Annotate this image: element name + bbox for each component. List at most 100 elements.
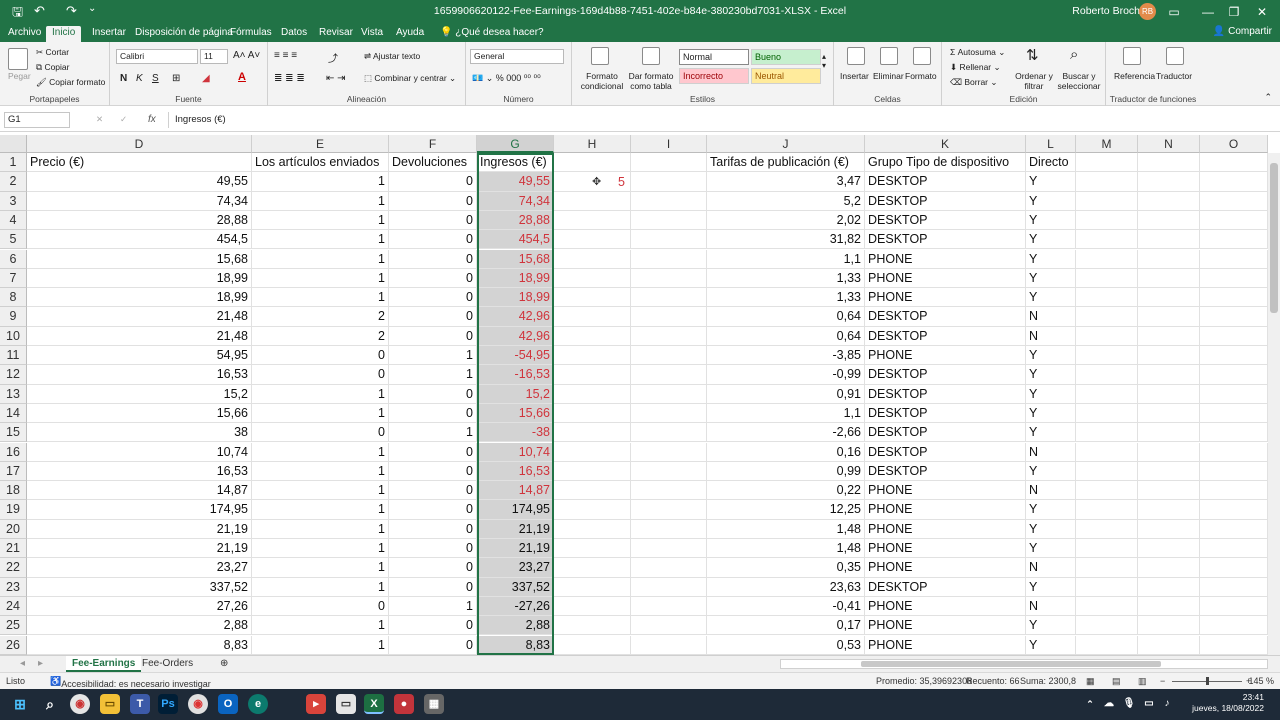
cell-H8[interactable] <box>554 288 631 308</box>
cell-L26[interactable]: Y <box>1026 635 1076 655</box>
row-header-16[interactable]: 16 <box>0 442 27 462</box>
cell-H4[interactable] <box>554 210 631 231</box>
cell-J20[interactable]: 1,48 <box>707 519 865 539</box>
cell-J16[interactable]: 0,16 <box>707 442 865 462</box>
delete-cells-icon[interactable] <box>880 47 898 65</box>
cell-D21[interactable]: 21,19 <box>27 539 252 559</box>
cell-E5[interactable]: 1 <box>252 230 389 250</box>
tab-disposicion[interactable]: Disposición de página <box>129 26 239 42</box>
insert-function-icon[interactable]: fx <box>148 114 156 125</box>
row-header-15[interactable]: 15 <box>0 423 27 443</box>
clear-button[interactable]: ⌫ Borrar ⌄ <box>950 77 998 88</box>
cell-D17[interactable]: 16,53 <box>27 461 252 482</box>
cell-M9[interactable] <box>1076 307 1138 327</box>
reference-icon[interactable] <box>1123 47 1141 65</box>
cell-K13[interactable]: DESKTOP <box>865 384 1026 404</box>
cell-I16[interactable] <box>631 442 707 462</box>
cell-N18[interactable] <box>1138 481 1200 501</box>
cell-G10[interactable]: 42,96 <box>477 326 554 346</box>
cell-M5[interactable] <box>1076 230 1138 250</box>
number-format-select[interactable]: General <box>470 49 564 64</box>
row-header-10[interactable]: 10 <box>0 326 27 346</box>
cell-N4[interactable] <box>1138 210 1200 231</box>
cell-K21[interactable]: PHONE <box>865 539 1026 559</box>
cell-M21[interactable] <box>1076 539 1138 559</box>
cell-F22[interactable]: 0 <box>389 558 477 578</box>
cell-H18[interactable] <box>554 481 631 501</box>
cell-N14[interactable] <box>1138 403 1200 424</box>
cell-G6[interactable]: 15,68 <box>477 249 554 269</box>
row-header-13[interactable]: 13 <box>0 384 27 404</box>
cell-J10[interactable]: 0,64 <box>707 326 865 346</box>
cell-K12[interactable]: DESKTOP <box>865 365 1026 385</box>
row-header-6[interactable]: 6 <box>0 249 27 269</box>
cell-E23[interactable]: 1 <box>252 577 389 597</box>
autosum-button[interactable]: Σ Autosuma ⌄ <box>950 47 1005 58</box>
cell-H6[interactable] <box>554 249 631 269</box>
cell-E24[interactable]: 0 <box>252 596 389 617</box>
cell-H19[interactable] <box>554 500 631 520</box>
style-normal[interactable]: Normal <box>679 49 749 65</box>
cell-O20[interactable] <box>1200 519 1268 539</box>
cell-D3[interactable]: 74,34 <box>27 191 252 211</box>
cell-H3[interactable] <box>554 191 631 211</box>
tab-formulas[interactable]: Fórmulas <box>224 26 278 42</box>
paste-icon[interactable] <box>8 48 28 70</box>
row-header-22[interactable]: 22 <box>0 558 27 578</box>
cell-O25[interactable] <box>1200 616 1268 636</box>
cell-L20[interactable]: Y <box>1026 519 1076 539</box>
cell-F2[interactable]: 0 <box>389 172 477 192</box>
cell-G25[interactable]: 2,88 <box>477 616 554 636</box>
cell-N21[interactable] <box>1138 539 1200 559</box>
cell-D18[interactable]: 14,87 <box>27 481 252 501</box>
cell-D4[interactable]: 28,88 <box>27 210 252 231</box>
page-break-icon[interactable]: ▥ <box>1138 676 1147 687</box>
cell-I15[interactable] <box>631 423 707 443</box>
close-icon[interactable]: ✕ <box>1252 2 1272 22</box>
cell-D1[interactable]: Precio (€) <box>27 153 252 173</box>
row-header-20[interactable]: 20 <box>0 519 27 539</box>
cell-O26[interactable] <box>1200 635 1268 655</box>
maximize-icon[interactable]: ❐ <box>1224 2 1244 22</box>
cell-K6[interactable]: PHONE <box>865 249 1026 269</box>
select-all-corner[interactable] <box>0 135 27 153</box>
cell-J15[interactable]: -2,66 <box>707 423 865 443</box>
cell-L6[interactable]: Y <box>1026 249 1076 269</box>
zoom-level[interactable]: 145 % <box>1248 676 1274 686</box>
tab-datos[interactable]: Datos <box>275 26 313 42</box>
normal-view-icon[interactable]: ▦ <box>1086 676 1095 687</box>
cell-N26[interactable] <box>1138 635 1200 655</box>
tell-me-search[interactable]: 💡 ¿Qué desea hacer? <box>434 26 550 42</box>
chrome-icon[interactable]: ◉ <box>70 694 90 714</box>
cell-E10[interactable]: 2 <box>252 326 389 346</box>
cell-N23[interactable] <box>1138 577 1200 597</box>
cell-F12[interactable]: 1 <box>389 365 477 385</box>
cell-F21[interactable]: 0 <box>389 539 477 559</box>
cell-N2[interactable] <box>1138 172 1200 192</box>
insert-cells-icon[interactable] <box>847 47 865 65</box>
cell-L21[interactable]: Y <box>1026 539 1076 559</box>
row-header-12[interactable]: 12 <box>0 365 27 385</box>
photoshop-icon[interactable]: Ps <box>158 694 178 714</box>
row-header-5[interactable]: 5 <box>0 230 27 250</box>
cell-F9[interactable]: 0 <box>389 307 477 327</box>
cell-D20[interactable]: 21,19 <box>27 519 252 539</box>
cell-L22[interactable]: N <box>1026 558 1076 578</box>
cell-E14[interactable]: 1 <box>252 403 389 424</box>
cell-N24[interactable] <box>1138 596 1200 617</box>
cell-H9[interactable] <box>554 307 631 327</box>
cell-F10[interactable]: 0 <box>389 326 477 346</box>
cell-I1[interactable] <box>631 153 707 173</box>
cell-L18[interactable]: N <box>1026 481 1076 501</box>
font-name-select[interactable]: Calibri <box>116 49 198 64</box>
col-header-M[interactable]: M <box>1076 135 1138 153</box>
cell-I19[interactable] <box>631 500 707 520</box>
cell-I21[interactable] <box>631 539 707 559</box>
copy-button[interactable]: ⧉ Copiar <box>36 62 69 73</box>
cell-M10[interactable] <box>1076 326 1138 346</box>
cell-I12[interactable] <box>631 365 707 385</box>
cell-L5[interactable]: Y <box>1026 230 1076 250</box>
cell-E13[interactable]: 1 <box>252 384 389 404</box>
cell-D10[interactable]: 21,48 <box>27 326 252 346</box>
cell-J6[interactable]: 1,1 <box>707 249 865 269</box>
